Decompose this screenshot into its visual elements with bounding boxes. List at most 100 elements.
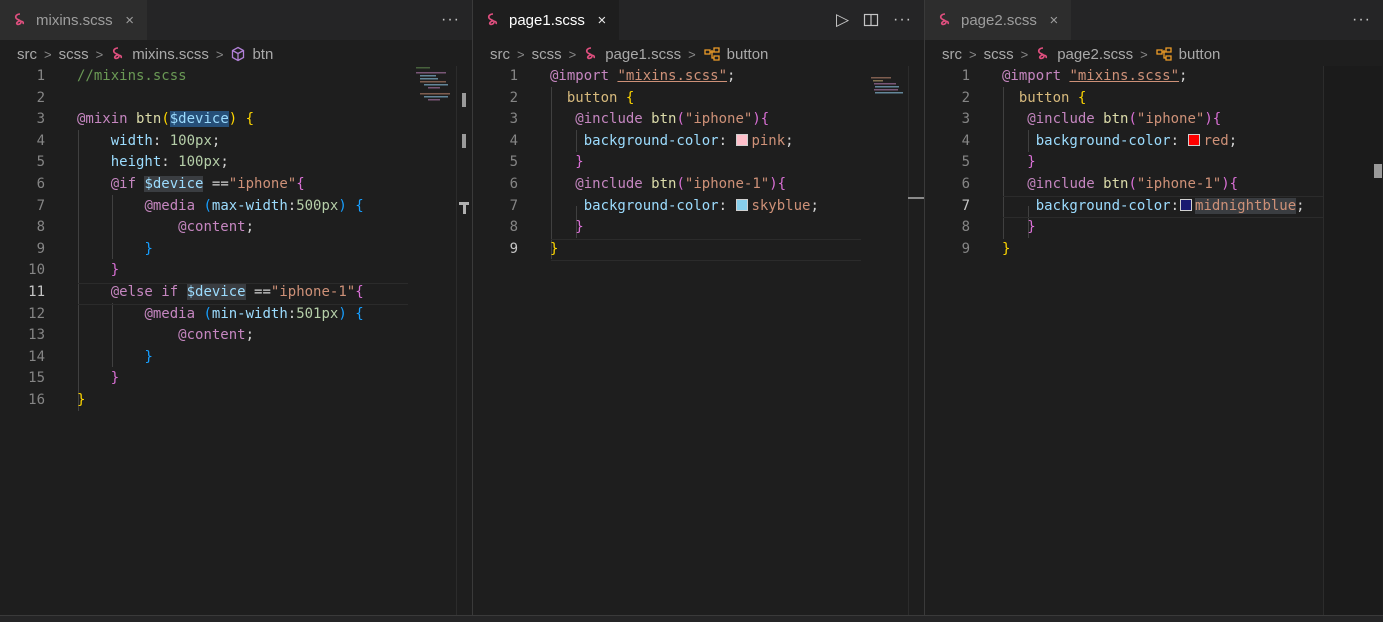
line-number: 9 — [509, 240, 518, 257]
line-number: 9 — [36, 240, 45, 257]
bottom-panel-edge — [0, 615, 1383, 622]
breadcrumb-src[interactable]: src — [490, 46, 510, 63]
symbol-method-icon — [232, 46, 245, 62]
code-line: //mixins.scss — [77, 68, 187, 84]
breadcrumb: src > scss > mixins.scss > btn — [17, 43, 273, 65]
line-number: 6 — [509, 176, 518, 192]
code-line: } — [144, 240, 153, 257]
chevron-right-icon: > — [969, 46, 977, 62]
code-line: background-color: pink; — [583, 132, 794, 149]
line-number: 11 — [28, 284, 45, 300]
code-line: @content; — [178, 219, 255, 236]
line-number: 8 — [36, 219, 45, 236]
breadcrumb-file[interactable]: mixins.scss — [132, 46, 209, 63]
color-swatch[interactable] — [736, 133, 749, 146]
line-number: 1 — [36, 68, 45, 84]
sass-file-icon — [939, 13, 950, 26]
chevron-right-icon: > — [1020, 46, 1029, 62]
code-editor[interactable]: 1//mixins.scss 2 3 @mixin btn($device) { … — [0, 66, 472, 616]
chevron-right-icon: > — [1140, 46, 1148, 62]
close-tab-icon[interactable]: × — [123, 12, 137, 29]
close-tab-icon[interactable]: × — [595, 12, 609, 29]
more-actions-icon[interactable]: ··· — [1352, 11, 1371, 29]
code-line: @if $device =="iphone"{ — [110, 176, 305, 192]
sass-file-icon — [14, 13, 25, 26]
breadcrumb-scss[interactable]: scss — [532, 46, 562, 63]
line-number: 4 — [36, 132, 45, 149]
code-line: @include btn("iphone-1"){ — [1027, 176, 1239, 192]
chevron-right-icon: > — [95, 46, 104, 62]
code-line: } — [110, 262, 120, 279]
more-actions-icon[interactable]: ··· — [893, 11, 912, 29]
minimap[interactable] — [869, 66, 909, 106]
breadcrumb-scss[interactable]: scss — [59, 46, 89, 63]
breadcrumb-scss[interactable]: scss — [984, 46, 1014, 63]
breadcrumb-file[interactable]: page1.scss — [605, 46, 681, 63]
symbol-class-icon — [704, 47, 720, 61]
scroll-marker — [462, 93, 466, 107]
editor-pane-mixins: mixins.scss × ··· src > scss > mixins.sc… — [0, 0, 472, 616]
chevron-right-icon: > — [568, 46, 577, 62]
code-editor[interactable]: 1 @import "mixins.scss"; 2 button { 3 @in… — [473, 66, 924, 616]
code-line: @include btn("iphone"){ — [1027, 111, 1222, 128]
breadcrumb-symbol[interactable]: button — [727, 46, 769, 63]
tab-label: mixins.scss — [36, 11, 113, 29]
vertical-scrollbar[interactable] — [908, 66, 924, 616]
tab-page2-scss[interactable]: page2.scss × — [925, 0, 1071, 40]
run-icon[interactable]: ▷ — [836, 10, 849, 30]
more-actions-icon[interactable]: ··· — [441, 11, 460, 29]
tab-page1-scss[interactable]: page1.scss × — [473, 0, 619, 40]
line-number: 15 — [28, 370, 45, 387]
code-line: @import "mixins.scss"; — [1002, 68, 1188, 84]
chevron-right-icon: > — [215, 46, 224, 62]
breadcrumb-symbol[interactable]: btn — [252, 46, 273, 63]
code-line: background-color: red; — [1035, 132, 1238, 149]
code-line: @mixin btn($device) { — [77, 111, 255, 128]
color-swatch[interactable] — [1188, 133, 1201, 146]
line-number: 4 — [961, 132, 970, 149]
color-swatch[interactable] — [736, 198, 749, 211]
minimap[interactable] — [414, 66, 460, 106]
close-tab-icon[interactable]: × — [1047, 12, 1061, 29]
line-number: 7 — [36, 197, 45, 214]
color-swatch[interactable] — [1180, 198, 1193, 211]
chevron-right-icon: > — [688, 46, 696, 62]
scroll-marker — [463, 202, 466, 214]
code-line: button { — [1018, 89, 1087, 106]
code-line: @content; — [178, 327, 255, 344]
code-line: background-color: skyblue; — [583, 197, 819, 214]
tab-bar: mixins.scss × ··· — [0, 0, 472, 40]
scroll-marker — [1374, 164, 1382, 178]
code-line: @include btn("iphone"){ — [575, 111, 770, 128]
code-line: @else if $device =="iphone-1"{ — [110, 284, 364, 300]
line-number: 14 — [28, 348, 45, 365]
tab-mixins-scss[interactable]: mixins.scss × — [0, 0, 147, 40]
chevron-right-icon: > — [517, 46, 525, 62]
line-number: 2 — [509, 89, 518, 106]
line-number: 8 — [961, 219, 970, 236]
code-editor[interactable]: 1 @import "mixins.scss"; 2 button { 3 @in… — [925, 66, 1383, 616]
code-line: @include btn("iphone-1"){ — [575, 176, 787, 192]
code-line: } — [110, 370, 120, 387]
symbol-class-icon — [1156, 47, 1172, 61]
breadcrumb-symbol[interactable]: button — [1179, 46, 1221, 63]
line-number: 16 — [28, 392, 45, 408]
breadcrumb-src[interactable]: src — [942, 46, 962, 63]
breadcrumb-file[interactable]: page2.scss — [1057, 46, 1133, 63]
sass-file-icon — [487, 13, 498, 26]
vertical-scrollbar[interactable] — [1323, 66, 1382, 616]
code-line: } — [575, 219, 584, 236]
vertical-scrollbar[interactable] — [456, 66, 471, 616]
line-number: 5 — [961, 154, 970, 171]
breadcrumb-src[interactable]: src — [17, 46, 37, 63]
sass-file-icon — [1038, 47, 1048, 60]
line-number: 2 — [961, 89, 970, 106]
code-line: @import "mixins.scss"; — [550, 68, 736, 84]
sass-file-icon — [586, 47, 596, 60]
split-editor-icon[interactable] — [863, 12, 879, 28]
code-line: } — [144, 348, 153, 365]
code-line: @media (max-width:500px) { — [144, 197, 364, 214]
line-number: 9 — [961, 240, 970, 257]
line-number: 3 — [509, 111, 518, 128]
code-line: } — [77, 392, 86, 408]
